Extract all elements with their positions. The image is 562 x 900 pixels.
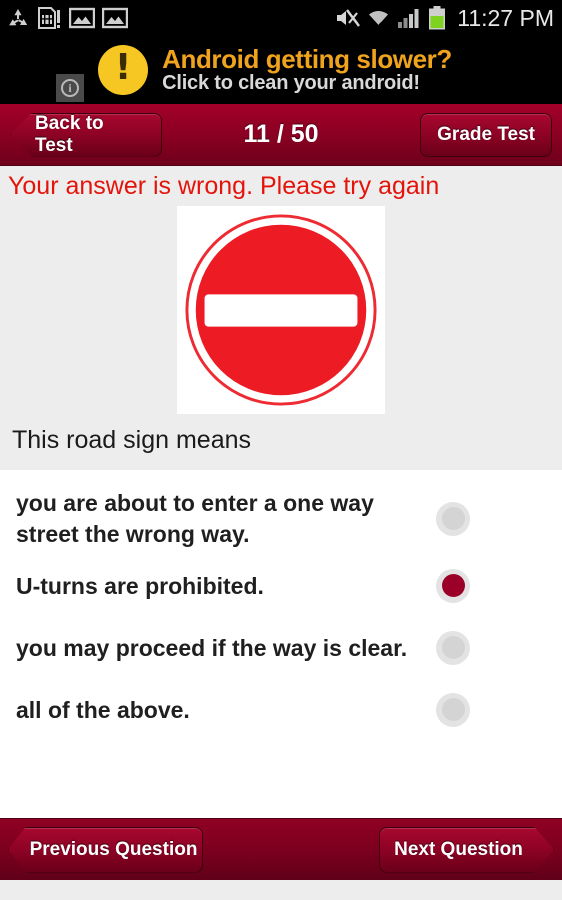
ad-subline: Click to clean your android! xyxy=(162,72,420,95)
answer-option-radio[interactable] xyxy=(436,501,470,536)
next-question-button[interactable]: Next Question xyxy=(379,827,554,873)
ad-text-block: Android getting slower? Click to clean y… xyxy=(162,46,452,94)
answer-option-radio[interactable] xyxy=(436,692,470,727)
radio-dot xyxy=(441,636,465,660)
sign-image-box xyxy=(177,205,385,414)
app-header: Back to Test 11 / 50 Grade Test xyxy=(0,104,562,166)
answer-option[interactable]: you are about to enter a one way street … xyxy=(0,482,562,555)
ad-info-badge[interactable]: i xyxy=(56,74,84,102)
previous-question-button[interactable]: Previous Question xyxy=(8,826,203,873)
grade-test-label: Grade Test xyxy=(437,123,535,145)
sim-card-alert-icon xyxy=(37,6,62,30)
status-bar-left-icons xyxy=(6,6,128,30)
bottom-strip xyxy=(0,880,562,900)
info-icon: i xyxy=(61,79,79,97)
alert-icon: ! xyxy=(98,45,149,95)
sign-wrapper xyxy=(0,203,562,414)
question-area: This road sign means xyxy=(0,202,562,471)
recycle-icon xyxy=(6,7,30,29)
status-bar-right-icons: 11:27 PM xyxy=(334,5,554,32)
ad-headline: Android getting slower? xyxy=(162,44,452,75)
status-bar-clock: 11:27 PM xyxy=(457,4,554,31)
alert-glyph: ! xyxy=(114,47,132,88)
radio-dot xyxy=(441,574,465,598)
bottom-navigation-bar: Previous Question Next Question xyxy=(0,818,562,880)
answer-option[interactable]: you may proceed if the way is clear. xyxy=(0,617,562,679)
next-question-label: Next Question xyxy=(394,838,523,860)
answer-option-label: U-turns are prohibited. xyxy=(16,572,264,599)
ad-content: ! Android getting slower? Click to clean… xyxy=(98,45,452,95)
image-icon xyxy=(102,7,128,29)
status-bar: 11:27 PM xyxy=(0,0,562,36)
answer-options-list: you are about to enter a one way street … xyxy=(0,470,562,818)
answer-option[interactable]: U-turns are prohibited. xyxy=(0,555,562,617)
answer-option-label: you may proceed if the way is clear. xyxy=(16,634,408,661)
feedback-message: Your answer is wrong. Please try again xyxy=(8,172,440,200)
back-to-test-label: Back to Test xyxy=(35,112,104,156)
signal-bars-icon xyxy=(397,7,421,29)
feedback-area: Your answer is wrong. Please try again xyxy=(0,166,562,203)
radio-dot xyxy=(441,698,465,722)
grade-test-button[interactable]: Grade Test xyxy=(420,112,552,157)
answer-option-label: all of the above. xyxy=(16,696,190,723)
radio-dot xyxy=(441,507,465,531)
mute-icon xyxy=(334,7,361,29)
answer-option-label: you are about to enter a one way street … xyxy=(16,490,374,547)
no-entry-sign xyxy=(185,213,377,406)
image-icon xyxy=(69,7,95,29)
ad-banner[interactable]: i ! Android getting slower? Click to cle… xyxy=(0,36,562,104)
app-root: 11:27 PM i ! Android getting slower? Cli… xyxy=(0,0,562,900)
wifi-transfer-icon xyxy=(367,7,390,30)
question-text: This road sign means xyxy=(12,425,252,454)
answer-option-radio[interactable] xyxy=(436,630,470,665)
answer-option[interactable]: all of the above. xyxy=(0,679,562,741)
previous-question-label: Previous Question xyxy=(29,838,198,860)
answer-option-radio[interactable] xyxy=(436,568,470,603)
battery-icon xyxy=(428,6,446,30)
back-to-test-button[interactable]: Back to Test xyxy=(10,112,162,157)
